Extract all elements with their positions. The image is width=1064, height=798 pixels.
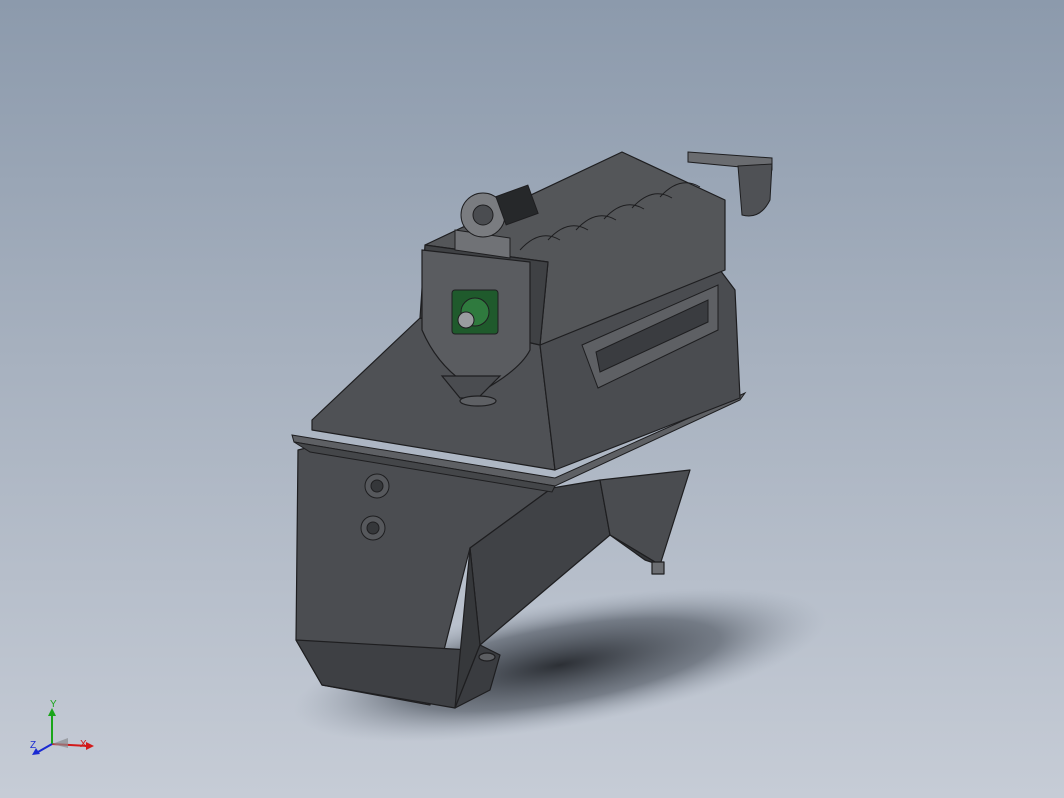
drive-motor xyxy=(451,289,499,335)
cad-model-view[interactable] xyxy=(0,0,1064,798)
axis-x-label: X xyxy=(80,739,87,750)
axis-z-label: Z xyxy=(30,740,37,751)
axis-triad-icon xyxy=(32,708,94,755)
axis-y-label: Y xyxy=(50,699,57,710)
axis-triad: Y X Z xyxy=(28,700,98,760)
graphics-viewport[interactable]: Y X Z xyxy=(0,0,1064,798)
